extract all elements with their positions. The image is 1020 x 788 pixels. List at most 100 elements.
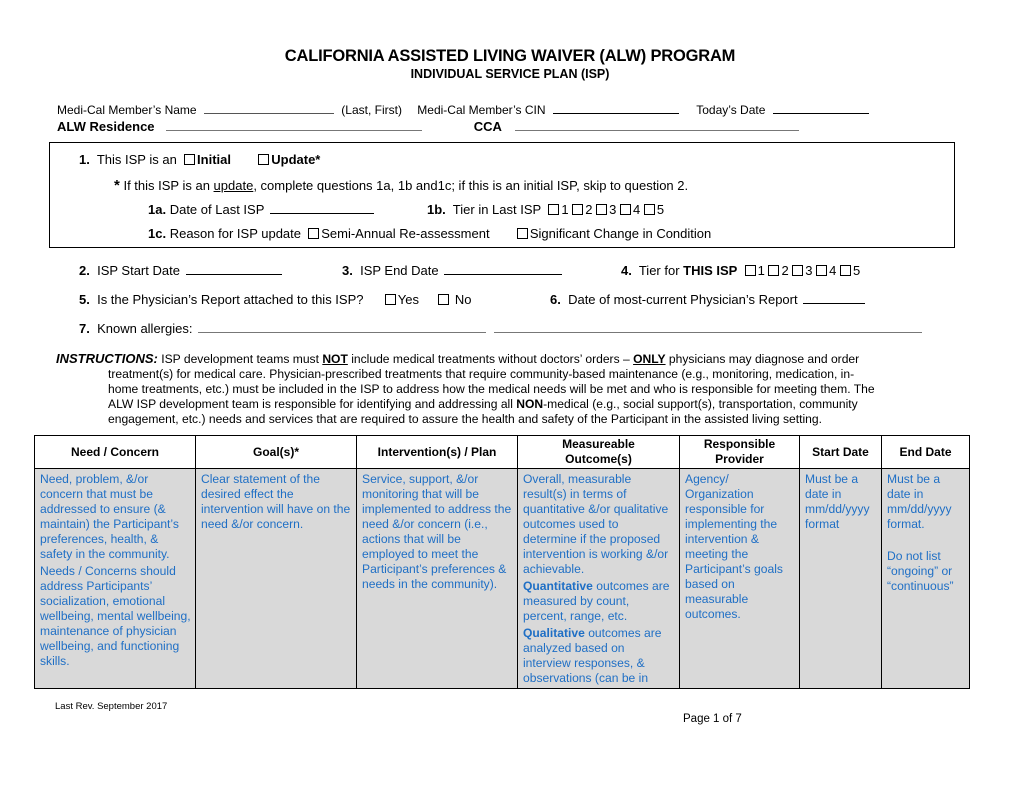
member-name-hint: (Last, First) <box>341 103 402 117</box>
member-cin-field[interactable] <box>552 103 679 114</box>
question-3-number: 3. <box>342 263 353 278</box>
question-6-number: 6. <box>550 292 561 307</box>
physician-report-no-checkbox[interactable] <box>438 294 450 305</box>
last-tier-3-checkbox[interactable] <box>596 204 608 215</box>
physician-report-yes-checkbox[interactable] <box>384 294 396 305</box>
last-tier-2-checkbox[interactable] <box>572 204 584 215</box>
tier-4-checkbox[interactable] <box>816 265 828 276</box>
instructions-heading: INSTRUCTIONS: <box>56 351 158 366</box>
member-name-field[interactable] <box>203 103 334 114</box>
instructions-line: engagement, etc.) needs and services tha… <box>108 412 822 426</box>
responsible-provider-cell[interactable]: Agency/ Organization responsible for imp… <box>679 468 800 689</box>
header-measureable-outcomes: Measureable Outcome(s) <box>517 435 680 469</box>
todays-date-label: Today’s Date <box>696 103 766 117</box>
physician-report-date-field[interactable] <box>803 293 866 304</box>
cell-text: Needs / Concerns should address Particip… <box>40 564 191 668</box>
update-option-label: Update* <box>271 152 321 167</box>
member-name-label: Medi-Cal Member’s Name <box>57 103 197 117</box>
isp-table: Need / Concern Goal(s)* Intervention(s) … <box>34 435 970 689</box>
end-date-cell[interactable]: Must be a date in mm/dd/yyyy format. Do … <box>881 468 970 689</box>
update-checkbox[interactable] <box>258 154 270 165</box>
question-5-label: Is the Physician’s Report attached to th… <box>97 292 364 307</box>
member-info-row: Medi-Cal Member’s Name (Last, First) Med… <box>57 103 869 117</box>
question-5: 5. Is the Physician’s Report attached to… <box>79 292 471 307</box>
tier-1-checkbox[interactable] <box>744 265 756 276</box>
cell-text: Must be a date in mm/dd/yyyy format <box>805 472 870 531</box>
document-title: CALIFORNIA ASSISTED LIVING WAIVER (ALW) … <box>284 47 736 65</box>
question-1c-label: Reason for ISP update <box>169 226 301 241</box>
question-4: 4. Tier for THIS ISP 1 2 3 4 5 <box>621 263 860 278</box>
tier-5-checkbox[interactable] <box>840 265 852 276</box>
question-1c: 1c. Reason for ISP update Semi-Annual Re… <box>148 226 711 241</box>
last-tier-1-checkbox[interactable] <box>548 204 560 215</box>
semi-annual-checkbox[interactable] <box>308 228 320 239</box>
interventions-cell[interactable]: Service, support, &/or monitoring that w… <box>356 468 518 689</box>
tier-label: 2 <box>781 263 789 278</box>
instructions-line: treatment(s) for medical care. Physician… <box>108 367 855 381</box>
question-1b: 1b. Tier in Last ISP 1 2 3 4 5 <box>427 202 664 217</box>
tier-2-checkbox[interactable] <box>768 265 780 276</box>
question-2-number: 2. <box>79 263 90 278</box>
instructions-text: physicians may diagnose and order <box>665 352 860 366</box>
yes-label: Yes <box>397 292 419 307</box>
table-header-row: Need / Concern Goal(s)* Intervention(s) … <box>34 435 970 469</box>
isp-start-date-field[interactable] <box>185 264 282 275</box>
cell-text: Clear statement of the desired effect th… <box>201 472 351 531</box>
initial-checkbox[interactable] <box>184 154 196 165</box>
goals-cell[interactable]: Clear statement of the desired effect th… <box>195 468 357 689</box>
question-6: 6. Date of most-current Physician’s Repo… <box>550 292 866 307</box>
tier-label: 1 <box>757 263 765 278</box>
tier-3-checkbox[interactable] <box>792 265 804 276</box>
question-3: 3. ISP End Date <box>342 263 563 278</box>
instructions-line: home treatments, etc.) must be included … <box>108 382 875 396</box>
known-allergies-field[interactable] <box>198 322 487 333</box>
tier-label: 5 <box>656 202 665 217</box>
header-need-concern: Need / Concern <box>34 435 196 469</box>
start-date-cell[interactable]: Must be a date in mm/dd/yyyy format <box>799 468 882 689</box>
instructions-not: NOT <box>322 352 348 366</box>
measureable-outcomes-cell[interactable]: Overall, measurable result(s) in terms o… <box>517 468 680 689</box>
no-label: No <box>454 292 472 307</box>
revision-date: Last Rev. September 2017 <box>55 701 168 712</box>
semi-annual-label: Semi-Annual Re-assessment <box>321 226 490 241</box>
question-4-label-bold: THIS ISP <box>683 263 738 278</box>
tier-label: 3 <box>805 263 813 278</box>
isp-end-date-field[interactable] <box>444 264 563 275</box>
question-1-note: * If this ISP is an update, complete que… <box>114 177 688 194</box>
question-7: 7. Known allergies: <box>79 321 923 336</box>
cell-text: Quantitative outcomes are measured by co… <box>523 579 675 624</box>
question-1b-label: Tier in Last ISP <box>452 202 542 217</box>
tier-label: 2 <box>585 202 593 217</box>
last-tier-5-checkbox[interactable] <box>643 204 655 215</box>
instructions-text: -medical (e.g., social support(s), trans… <box>543 397 858 411</box>
question-7-label: Known allergies: <box>97 321 193 336</box>
known-allergies-field-continued[interactable] <box>494 322 923 333</box>
qualitative-label: Qualitative <box>523 626 585 640</box>
date-last-isp-field[interactable] <box>269 203 374 214</box>
question-5-number: 5. <box>79 292 90 307</box>
question-2: 2. ISP Start Date <box>79 263 282 278</box>
last-tier-4-checkbox[interactable] <box>620 204 631 215</box>
quantitative-label: Quantitative <box>523 579 593 593</box>
need-concern-cell[interactable]: Need, problem, &/or concern that must be… <box>34 468 196 689</box>
question-7-number: 7. <box>79 321 90 336</box>
tier-label: 3 <box>609 202 617 217</box>
tier-label: 4 <box>633 202 641 217</box>
instructions-only: ONLY <box>633 352 666 366</box>
initial-option-label: Initial <box>197 152 231 167</box>
note-update-word: update <box>213 178 254 193</box>
cell-text: Need, problem, &/or concern that must be… <box>40 472 179 561</box>
cell-text: Agency/ Organization responsible for imp… <box>685 472 783 621</box>
page-number: Page 1 of 7 <box>683 713 742 725</box>
todays-date-field[interactable] <box>772 103 869 114</box>
significant-change-checkbox[interactable] <box>516 228 528 239</box>
header-responsible-provider: Responsible Provider <box>679 435 800 469</box>
question-2-label: ISP Start Date <box>97 263 180 278</box>
cell-text: Do not list “ongoing” or “continuous” <box>887 549 954 593</box>
cell-text: Must be a date in mm/dd/yyyy format. <box>887 472 952 531</box>
alw-residence-field[interactable] <box>166 120 423 131</box>
question-3-label: ISP End Date <box>360 263 439 278</box>
question-1-number: 1. <box>79 152 90 167</box>
question-1a-number: 1a. <box>148 202 167 217</box>
cca-field[interactable] <box>515 120 800 131</box>
